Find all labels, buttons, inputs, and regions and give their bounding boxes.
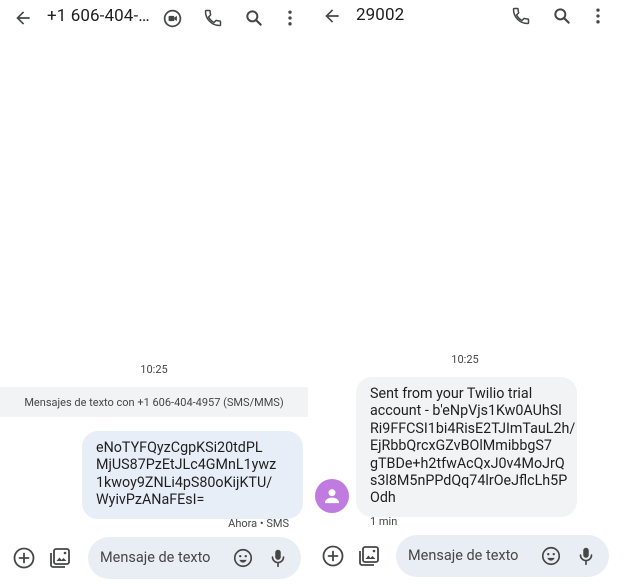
add-icon	[13, 547, 35, 569]
search-button[interactable]	[240, 4, 268, 32]
video-call-button[interactable]	[158, 4, 186, 32]
contact-avatar[interactable]	[315, 479, 349, 513]
emoji-icon	[233, 548, 253, 568]
emoji-button[interactable]	[537, 542, 565, 570]
phone-icon	[204, 9, 222, 27]
voice-input-button[interactable]	[572, 542, 600, 570]
more-options-button[interactable]	[584, 2, 612, 30]
message-timestamp: 10:25	[140, 363, 168, 376]
conversation-pane-right: 29002 10:25 Sent from your Twilio trial …	[310, 0, 624, 584]
sms-info-banner: Mensajes de texto con +1 606-404-4957 (S…	[0, 387, 308, 417]
message-input-placeholder: Mensaje de texto	[408, 547, 519, 564]
emoji-button[interactable]	[229, 544, 257, 572]
gallery-icon	[359, 546, 379, 566]
mic-icon	[271, 549, 285, 568]
back-button[interactable]	[318, 2, 346, 30]
phone-icon	[512, 7, 530, 25]
back-button[interactable]	[9, 4, 37, 32]
received-message-bubble[interactable]: Sent from your Twilio trial account - b'…	[356, 377, 577, 517]
gallery-button[interactable]	[46, 544, 74, 572]
more-options-button[interactable]	[276, 4, 304, 32]
top-app-bar: +1 606-404-…	[0, 0, 308, 36]
call-button[interactable]	[199, 4, 227, 32]
gallery-button[interactable]	[355, 542, 383, 570]
message-timestamp: 10:25	[451, 353, 479, 366]
message-status: Ahora • SMS	[228, 517, 289, 530]
search-icon	[246, 10, 262, 26]
search-icon	[554, 8, 570, 24]
person-icon	[324, 489, 340, 504]
compose-bar: Mensaje de texto	[310, 532, 624, 584]
video-call-icon	[163, 9, 181, 27]
gallery-icon	[50, 548, 70, 568]
add-icon	[322, 545, 344, 567]
sent-message-bubble[interactable]: eNoTYFQyzCgpKSi20tdPL MjUS87PzEtJLc4GMnL…	[82, 431, 303, 519]
compose-bar: Mensaje de texto	[0, 532, 308, 584]
conversation-title[interactable]: +1 606-404-…	[47, 6, 150, 26]
conversation-title[interactable]: 29002	[356, 5, 404, 25]
emoji-icon	[541, 546, 561, 566]
voice-input-button[interactable]	[264, 544, 292, 572]
top-app-bar: 29002	[310, 0, 624, 36]
attach-button[interactable]	[10, 544, 38, 572]
call-button[interactable]	[507, 2, 535, 30]
message-input[interactable]: Mensaje de texto	[396, 535, 609, 577]
search-button[interactable]	[548, 2, 576, 30]
mic-icon	[579, 547, 593, 566]
attach-button[interactable]	[319, 542, 347, 570]
back-arrow-icon	[16, 11, 30, 25]
more-vert-icon	[288, 10, 292, 26]
conversation-pane-left: +1 606-404-… 10:25 Mensajes de texto con…	[0, 0, 308, 584]
message-time: 1 min	[370, 515, 398, 528]
more-vert-icon	[596, 8, 600, 24]
back-arrow-icon	[325, 9, 339, 23]
message-input[interactable]: Mensaje de texto	[88, 537, 301, 579]
message-input-placeholder: Mensaje de texto	[100, 549, 211, 566]
